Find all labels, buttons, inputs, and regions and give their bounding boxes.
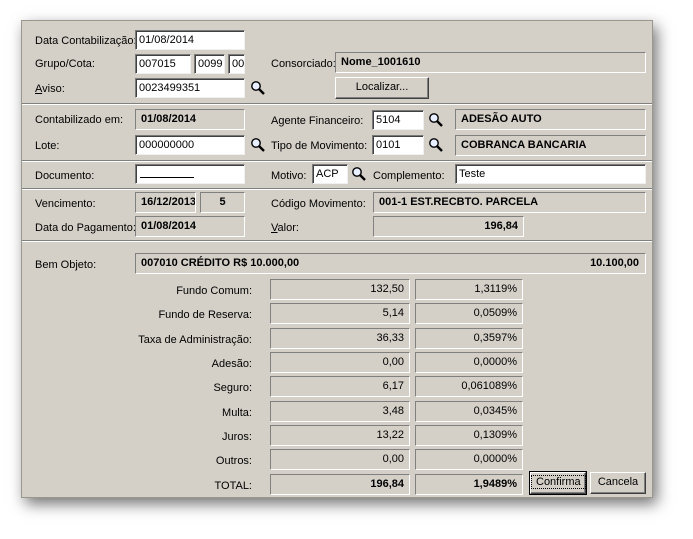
row-percent: 0,061089%: [415, 376, 523, 397]
valor-value: 196,84: [373, 216, 524, 237]
data-contabilizacao-label: Data Contabilização:: [35, 35, 137, 47]
bem-objeto-value: 007010 CRÉDITO R$ 10.000,00 10.100,00: [135, 253, 646, 274]
magnifier-icon[interactable]: [351, 166, 367, 182]
data-pagamento-value: 01/08/2014: [135, 216, 245, 237]
magnifier-icon[interactable]: [250, 137, 266, 153]
row-percent: 0,3597%: [415, 328, 523, 349]
confirma-button[interactable]: Confirma: [529, 471, 587, 495]
consorciado-value: Nome_1001610: [335, 52, 646, 73]
row-percent: 1,3119%: [415, 279, 523, 300]
bem-objeto-label: Bem Objeto:: [35, 259, 97, 271]
motivo-label: Motivo:: [271, 170, 307, 182]
magnifier-icon[interactable]: [250, 80, 266, 96]
separator: [22, 160, 652, 162]
row-percent: 0,0000%: [415, 352, 523, 373]
codigo-movimento-label: Código Movimento:: [271, 198, 366, 210]
consorciado-label: Consorciado:: [271, 58, 336, 70]
lote-label: Lote:: [35, 140, 60, 152]
magnifier-icon[interactable]: [428, 137, 444, 153]
tipo-movimento-name-value: COBRANCA BANCARIA: [455, 135, 646, 156]
row-label: Juros:: [222, 431, 252, 443]
aviso-label: Aviso:: [35, 83, 65, 95]
aviso-input[interactable]: 0023499351: [135, 78, 245, 98]
cancela-button[interactable]: Cancela: [590, 472, 646, 494]
documento-label: Documento:: [35, 170, 95, 182]
cota-input[interactable]: 0099: [194, 54, 225, 74]
complemento-label: Complemento:: [373, 170, 445, 182]
row-label: Fundo Comum:: [176, 285, 252, 297]
lote-input[interactable]: 000000000: [135, 135, 245, 155]
vencimento-label: Vencimento:: [35, 198, 96, 210]
total-percent: 1,9489%: [415, 474, 523, 495]
separator: [22, 103, 652, 105]
row-value: 6,17: [270, 376, 410, 397]
contabilizado-label: Contabilizado em:: [35, 114, 124, 126]
row-label: Fundo de Reserva:: [158, 309, 252, 321]
row-value: 5,14: [270, 303, 410, 324]
documento-input[interactable]: [135, 164, 245, 184]
row-label: Outros:: [215, 455, 252, 467]
digito-input[interactable]: 00: [228, 54, 245, 74]
agente-label: Agente Financeiro:: [271, 115, 364, 127]
tipo-movimento-input[interactable]: 0101: [372, 135, 424, 155]
tipo-movimento-label: Tipo de Movimento:: [271, 140, 368, 152]
contabilizado-value: 01/08/2014: [135, 109, 245, 130]
row-value: 3,48: [270, 401, 410, 422]
total-value: 196,84: [270, 474, 410, 495]
bem-objeto-description: 007010 CRÉDITO R$ 10.000,00: [141, 257, 300, 269]
row-value: 13,22: [270, 425, 410, 446]
agente-name-value: ADESÃO AUTO: [455, 109, 646, 130]
data-contabilizacao-input[interactable]: 01/08/2014: [135, 30, 245, 50]
bem-objeto-amount: 10.100,00: [590, 257, 639, 269]
documento-underline: [140, 177, 194, 178]
data-pagamento-label: Data do Pagamento:: [35, 222, 136, 234]
row-value: 0,00: [270, 352, 410, 373]
codigo-movimento-value: 001-1 EST.RECBTO. PARCELA: [373, 192, 646, 213]
row-label: Adesão:: [211, 358, 252, 370]
grupo-input[interactable]: 007015: [135, 54, 191, 74]
magnifier-icon[interactable]: [428, 112, 444, 128]
separator: [22, 240, 652, 242]
grupo-cota-label: Grupo/Cota:: [35, 58, 95, 70]
valor-label: Valor:: [271, 222, 299, 234]
row-value: 0,00: [270, 449, 410, 470]
row-percent: 0,0000%: [415, 449, 523, 470]
separator: [22, 188, 652, 190]
row-percent: 0,1309%: [415, 425, 523, 446]
row-value: 132,50: [270, 279, 410, 300]
dialog-window: Data Contabilização: 01/08/2014 Grupo/Co…: [21, 20, 653, 498]
localizar-button[interactable]: Localizar...: [335, 77, 429, 99]
agente-code-input[interactable]: 5104: [372, 110, 424, 130]
row-value: 36,33: [270, 328, 410, 349]
row-label: Taxa de Administração:: [138, 334, 252, 346]
row-percent: 0,0509%: [415, 303, 523, 324]
complemento-input[interactable]: Teste: [455, 164, 646, 184]
vencimento-value: 16/12/2013: [135, 192, 196, 213]
vencimento-number: 5: [200, 192, 245, 213]
motivo-input[interactable]: ACP: [312, 164, 348, 184]
row-label: Seguro:: [213, 382, 252, 394]
row-percent: 0,0345%: [415, 401, 523, 422]
row-label: Multa:: [222, 407, 252, 419]
total-label: TOTAL:: [214, 480, 253, 492]
